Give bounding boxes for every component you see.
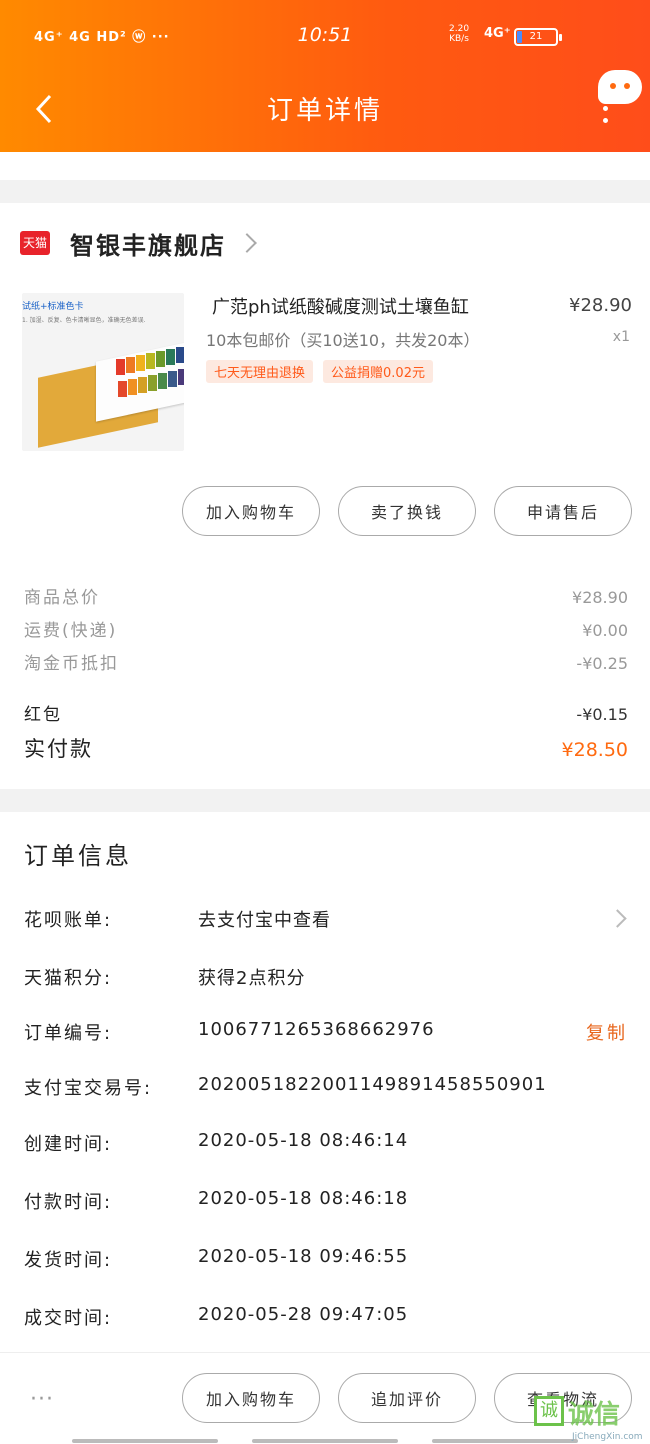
info-label: 订单编号: — [24, 1023, 113, 1044]
red-packet-label: 红包 — [24, 705, 62, 725]
summary-row: 淘金币抵扣 -¥0.25 — [24, 649, 628, 674]
add-review-button[interactable]: 追加评价 — [338, 1373, 476, 1423]
info-label: 创建时间: — [24, 1134, 113, 1155]
summary-label: 运费(快递) — [24, 621, 118, 641]
network-speed: 2.20 KB/s — [449, 24, 469, 44]
product-image-subcaption: 1. 加湿、反复、色卡清晰显色，准确无色差误. — [22, 317, 146, 324]
info-value: 2020-05-18 09:46:55 — [198, 1246, 409, 1267]
product-title[interactable]: 广范ph试纸酸碱度测试土壤鱼缸 — [212, 293, 552, 319]
info-value: 1006771265368662976 — [198, 1019, 435, 1040]
watermark-logo: 诚 — [534, 1396, 564, 1426]
shop-link[interactable]: 天猫 智银丰旗舰店 — [20, 225, 257, 261]
chat-bubble-icon — [598, 70, 642, 104]
product-image[interactable]: 试纸+标准色卡 1. 加湿、反复、色卡清晰显色，准确无色差误. — [22, 293, 184, 451]
product-price: ¥28.90 — [569, 295, 632, 316]
network-type: 4G⁺ — [484, 26, 511, 41]
order-info-title: 订单信息 — [24, 842, 132, 870]
battery-fill — [517, 31, 522, 43]
info-value: 2020-05-18 08:46:18 — [198, 1188, 409, 1209]
summary-row: 运费(快递) ¥0.00 — [24, 616, 628, 641]
more-vertical-icon — [603, 106, 609, 124]
network-speed-value: 2.20 — [449, 24, 470, 34]
points-row: 天猫积分: 获得2点积分 — [24, 964, 628, 994]
add-to-cart-button[interactable]: 加入购物车 — [182, 1373, 320, 1423]
info-label: 成交时间: — [24, 1308, 113, 1329]
info-label: 天猫积分: — [24, 968, 113, 989]
product-tags: 七天无理由退换 公益捐赠0.02元 — [206, 360, 433, 383]
order-number-row: 订单编号: 1006771265368662976 复制 — [24, 1019, 628, 1049]
battery-icon: 21 — [514, 28, 562, 46]
chevron-right-icon — [237, 233, 257, 253]
top-strip — [0, 152, 650, 180]
resell-button[interactable]: 卖了换钱 — [338, 486, 476, 536]
summary-label: 商品总价 — [24, 588, 100, 608]
info-label: 发货时间: — [24, 1250, 113, 1271]
info-label: 花呗账单: — [24, 910, 113, 931]
paid-value: ¥28.50 — [561, 739, 628, 761]
red-packet-value: -¥0.15 — [576, 705, 628, 724]
watermark-text: 诚信 — [568, 1400, 621, 1430]
product-spec: 10本包邮价（买10送10，共发20本） — [206, 331, 480, 350]
info-label: 支付宝交易号: — [24, 1078, 153, 1099]
tmall-logo: 天猫 — [20, 231, 50, 255]
message-button[interactable] — [598, 70, 644, 126]
after-sales-button[interactable]: 申请售后 — [494, 486, 632, 536]
info-value: 2020051822001149891458550901 — [198, 1074, 547, 1095]
order-card: 天猫 智银丰旗舰店 试纸+标准色卡 1. 加湿、反复、色卡清晰显色，准确无色差误… — [0, 203, 650, 789]
paid-label: 实付款 — [24, 737, 93, 761]
paid-time-row: 付款时间: 2020-05-18 08:46:18 — [24, 1188, 628, 1218]
nav-handle — [252, 1439, 398, 1443]
summary-value: ¥28.90 — [572, 588, 628, 607]
info-value: 2020-05-18 08:46:14 — [198, 1130, 409, 1151]
summary-label: 淘金币抵扣 — [24, 654, 119, 674]
paid-row: 实付款 ¥28.50 — [24, 733, 628, 763]
summary-value: ¥0.00 — [582, 621, 628, 640]
header: 4G⁺ 4G HD² ⓦ ··· 10:51 2.20 KB/s 4G⁺ 21 … — [0, 0, 650, 152]
alipay-trade-row: 支付宝交易号: 2020051822001149891458550901 — [24, 1074, 628, 1104]
more-button[interactable]: ··· — [30, 1389, 54, 1411]
item-actions: 加入购物车 卖了换钱 申请售后 — [182, 486, 632, 536]
summary-value: -¥0.25 — [576, 654, 628, 673]
product-quantity: x1 — [612, 329, 630, 345]
info-value: 获得2点积分 — [198, 968, 306, 989]
summary-row: 商品总价 ¥28.90 — [24, 583, 628, 608]
info-value: 2020-05-28 09:47:05 — [198, 1304, 409, 1325]
network-speed-unit: KB/s — [449, 34, 469, 44]
huabei-row[interactable]: 花呗账单: 去支付宝中查看 — [24, 906, 628, 936]
copy-button[interactable]: 复制 — [586, 1019, 628, 1045]
created-time-row: 创建时间: 2020-05-18 08:46:14 — [24, 1130, 628, 1160]
product-image-caption: 试纸+标准色卡 — [22, 302, 84, 312]
red-packet-row: 红包 -¥0.15 — [24, 700, 628, 725]
chevron-right-icon — [608, 909, 627, 928]
shipped-time-row: 发货时间: 2020-05-18 09:46:55 — [24, 1246, 628, 1276]
watermark-url: JiChengXin.com — [572, 1432, 643, 1442]
page-title: 订单详情 — [266, 96, 383, 126]
completed-time-row: 成交时间: 2020-05-28 09:47:05 — [24, 1304, 628, 1334]
order-info-card: 订单信息 花呗账单: 去支付宝中查看 天猫积分: 获得2点积分 订单编号: 10… — [0, 812, 650, 1352]
tag-charity: 公益捐赠0.02元 — [323, 360, 433, 383]
tag-return: 七天无理由退换 — [206, 360, 314, 383]
shop-name: 智银丰旗舰店 — [70, 231, 226, 260]
battery-level: 21 — [529, 31, 543, 42]
status-bar: 4G⁺ 4G HD² ⓦ ··· 10:51 2.20 KB/s 4G⁺ 21 — [0, 0, 650, 70]
nav-handle — [72, 1439, 218, 1443]
watermark: 诚 诚信 JiChengXin.com — [532, 1392, 650, 1444]
info-value: 去支付宝中查看 — [198, 910, 331, 931]
info-label: 付款时间: — [24, 1192, 113, 1213]
add-to-cart-button[interactable]: 加入购物车 — [182, 486, 320, 536]
